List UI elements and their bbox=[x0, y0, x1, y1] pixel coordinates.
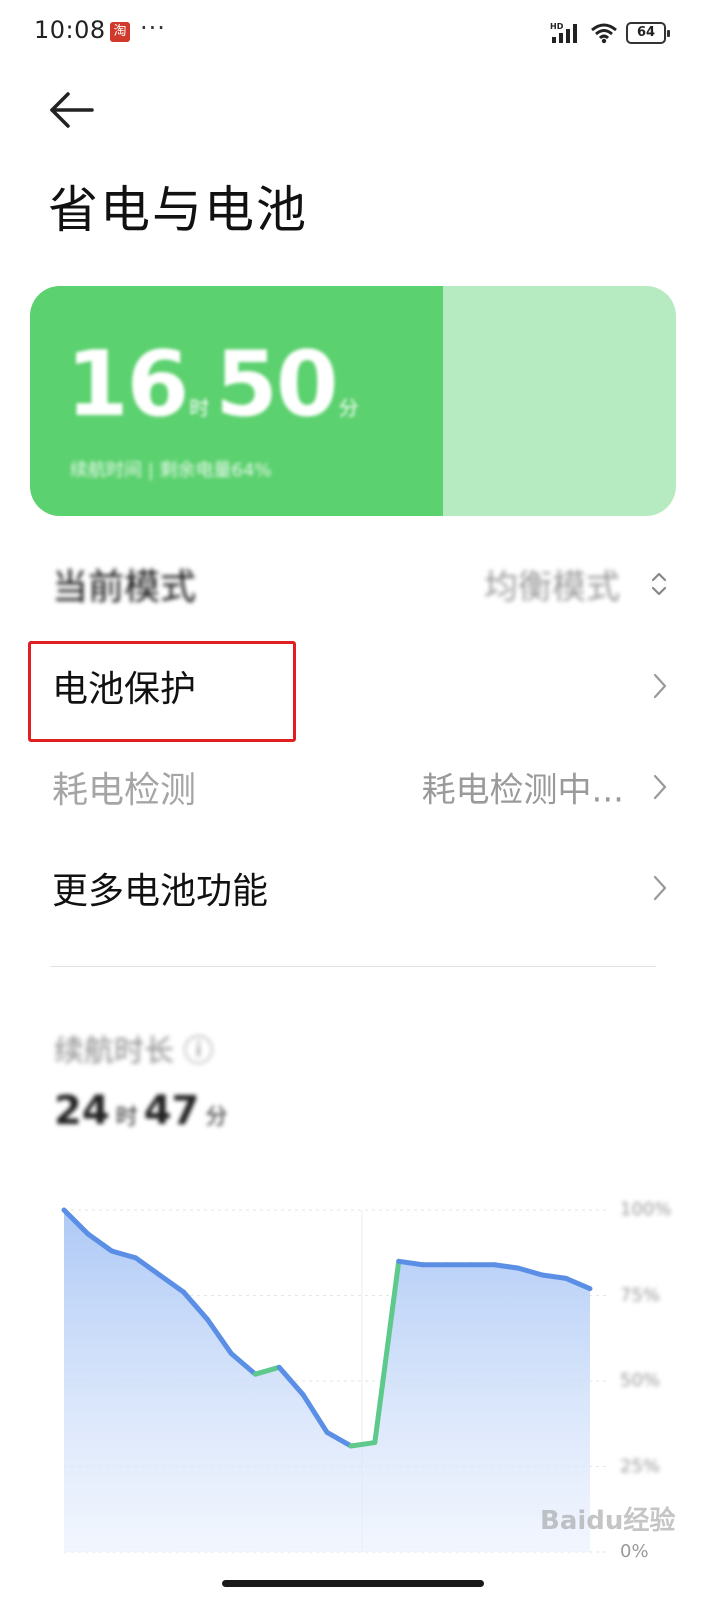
info-icon[interactable]: ⓘ bbox=[184, 1034, 214, 1069]
chevron-right-icon bbox=[653, 673, 667, 699]
more-battery-features-row[interactable]: 更多电池功能 bbox=[0, 840, 720, 936]
usage-minutes-unit: 分 bbox=[205, 1105, 228, 1130]
battery-protection-label: 电池保护 bbox=[52, 669, 197, 710]
dropdown-updown-icon bbox=[651, 572, 667, 596]
wifi-icon bbox=[590, 22, 618, 44]
discharging-segment bbox=[539, 1272, 569, 1281]
discharging-segment bbox=[396, 1258, 426, 1268]
remaining-hours: 16 bbox=[66, 332, 189, 437]
current-mode-label: 当前模式 bbox=[52, 567, 197, 608]
discharging-segment bbox=[491, 1262, 521, 1271]
remaining-minutes: 50 bbox=[215, 332, 338, 437]
section-divider bbox=[50, 966, 656, 967]
charging-segment bbox=[348, 1440, 378, 1449]
back-button[interactable] bbox=[46, 88, 102, 132]
more-battery-features-label: 更多电池功能 bbox=[52, 871, 269, 912]
usage-duration-label-text: 续航时长 bbox=[54, 1034, 174, 1069]
battery-protection-row[interactable]: 电池保护 bbox=[0, 638, 720, 734]
back-arrow-icon bbox=[50, 92, 94, 128]
current-mode-value: 均衡模式 bbox=[484, 567, 620, 608]
baidu-watermark: Baidu经验 bbox=[540, 1506, 676, 1536]
chevron-right-icon bbox=[653, 875, 667, 901]
current-mode-row[interactable]: 当前模式 均衡模式 bbox=[0, 536, 720, 632]
battery-remaining-time: 16 时50 分 bbox=[66, 332, 365, 437]
power-detection-value: 耗电检测中... bbox=[421, 770, 624, 811]
battery-status-icon: 64 bbox=[626, 22, 670, 44]
usage-hours-unit: 时 bbox=[115, 1105, 138, 1130]
usage-hours: 24 bbox=[54, 1088, 110, 1134]
battery-card-subtitle: 续航时间 | 剩余电量64% bbox=[70, 460, 272, 481]
power-detection-label: 耗电检测 bbox=[52, 770, 197, 811]
power-detection-row[interactable]: 耗电检测 耗电检测中... bbox=[0, 739, 720, 835]
status-time: 10:08 bbox=[34, 16, 106, 44]
taobao-notification-icon: 淘 bbox=[110, 22, 130, 42]
chevron-right-icon bbox=[653, 774, 667, 800]
usage-minutes: 47 bbox=[143, 1088, 200, 1134]
y-tick-label: 50% bbox=[620, 1370, 661, 1391]
cellular-signal-icon: HD bbox=[550, 21, 582, 45]
y-tick-label: 75% bbox=[620, 1284, 661, 1306]
y-tick-label: 25% bbox=[620, 1455, 661, 1477]
more-notifications-icon: ··· bbox=[140, 14, 166, 42]
y-tick-label: 0% bbox=[620, 1541, 649, 1562]
hours-unit: 时 bbox=[189, 396, 210, 420]
status-bar: 10:08 淘 ··· HD 64 bbox=[0, 0, 720, 64]
y-tick-label: 100% bbox=[620, 1199, 672, 1220]
minutes-unit: 分 bbox=[338, 396, 359, 420]
page-title: 省电与电池 bbox=[48, 181, 308, 239]
status-indicators: HD 64 bbox=[550, 18, 670, 48]
usage-duration-label: 续航时长 ⓘ bbox=[54, 1026, 214, 1070]
usage-duration-value: 24 时 47 分 bbox=[54, 1088, 233, 1134]
network-type-label: HD bbox=[550, 22, 564, 31]
home-indicator[interactable] bbox=[222, 1580, 484, 1587]
